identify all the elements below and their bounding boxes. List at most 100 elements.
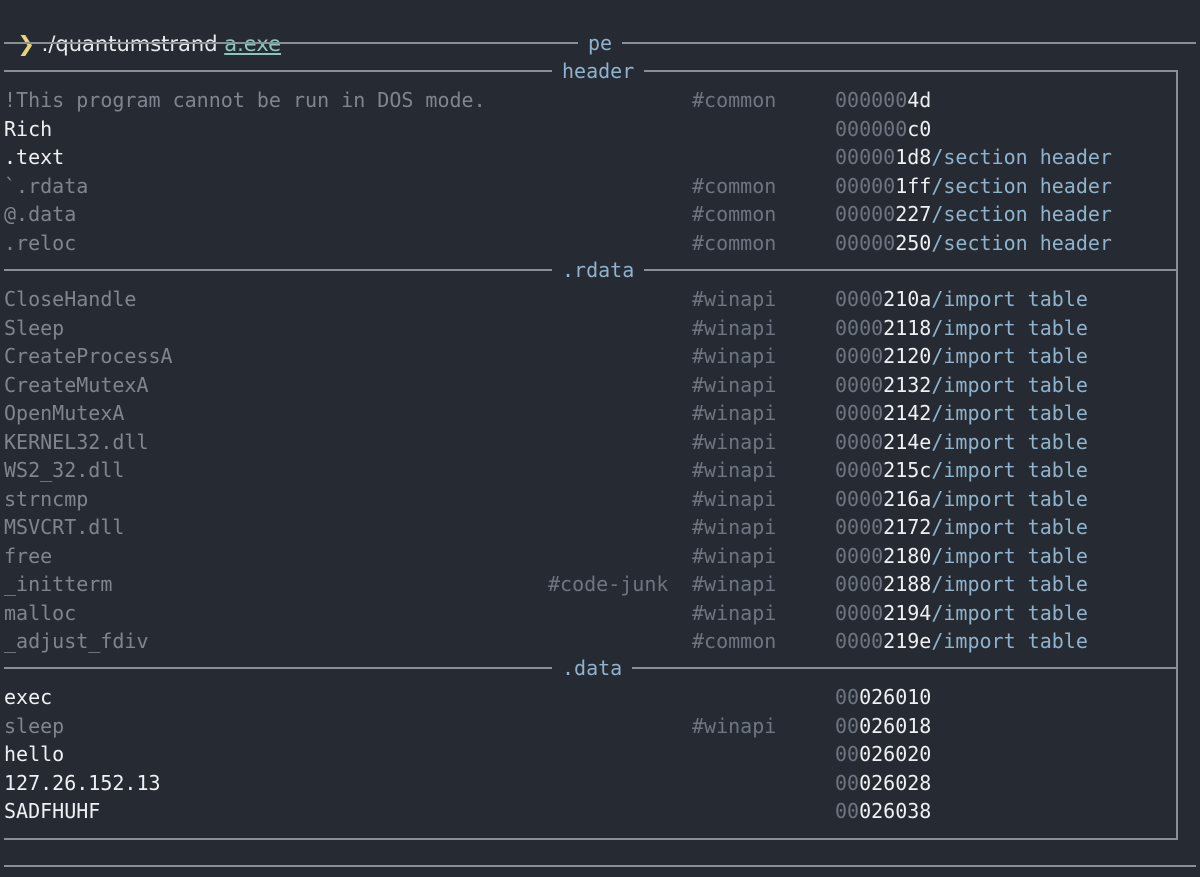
string-tag: #winapi (692, 316, 777, 340)
offset-leading-zeros: 00000 (835, 145, 896, 169)
offset-location: 00002180/import table (835, 542, 1088, 570)
command-line[interactable]: ❯ ./quantumstrand a.exe (4, 2, 281, 56)
string-value: CloseHandle (4, 287, 137, 311)
offset-digits: 250 (895, 231, 932, 255)
structure-label: /section header (931, 231, 1112, 255)
offset-leading-zeros: 00 (835, 714, 860, 738)
offset-location: 00000250/section header (835, 229, 1112, 257)
offset-digits: 2142 (883, 401, 932, 425)
string-tag: #winapi (692, 714, 777, 738)
offset-leading-zeros: 0000 (835, 629, 884, 653)
offset-location: 00026020 (835, 740, 931, 768)
string-row[interactable]: _adjust_fdiv #common 0000219e/import table (0, 627, 1170, 655)
offset-digits: c0 (907, 117, 932, 141)
string-row[interactable]: SADFHUHF 00026038 (0, 797, 1170, 825)
offset-location: 00002142/import table (835, 399, 1088, 427)
string-row[interactable]: 127.26.152.13 00026028 (0, 769, 1170, 797)
structure-label: /import table (931, 572, 1088, 596)
string-tag: #winapi (692, 373, 777, 397)
structure-label: /import table (931, 487, 1088, 511)
string-row[interactable]: _initterm #code-junk #winapi 00002188/impor… (0, 570, 1170, 598)
offset-leading-zeros: 0000 (835, 430, 884, 454)
structure-label: /import table (931, 430, 1088, 454)
string-row[interactable]: @.data #common 00000227/section header (0, 200, 1170, 228)
prompt-chevron-icon: ❯ (17, 32, 35, 56)
string-row[interactable]: !This program cannot be run in DOS mode.… (0, 86, 1170, 114)
offset-location: 0000214e/import table (835, 428, 1088, 456)
string-value: `.rdata (4, 174, 89, 198)
offset-digits: 219e (883, 629, 932, 653)
string-row[interactable]: .text 000001d8/section header (0, 143, 1170, 171)
offset-digits: 216a (883, 487, 932, 511)
string-tag: #common (692, 174, 777, 198)
string-tag: #winapi (692, 287, 777, 311)
offset-digits: 1ff (895, 174, 932, 198)
offset-location: 00002188/import table (835, 570, 1088, 598)
offset-leading-zeros: 00 (835, 771, 860, 795)
string-tag: #code-junk (548, 572, 669, 596)
string-tag: #common (692, 88, 777, 112)
string-row[interactable]: sleep #winapi 00026018 (0, 712, 1170, 740)
string-row[interactable]: WS2_32.dll #winapi 0000215c/import table (0, 456, 1170, 484)
section-title: .rdata (552, 256, 645, 284)
offset-location: 00026028 (835, 769, 931, 797)
string-row[interactable]: malloc #winapi 00002194/import table (0, 599, 1170, 627)
string-row[interactable]: CreateMutexA #winapi 00002132/import table (0, 371, 1170, 399)
structure-label: /import table (931, 515, 1088, 539)
string-row[interactable]: Sleep #winapi 00002118/import table (0, 314, 1170, 342)
offset-leading-zeros: 00000 (835, 202, 896, 226)
string-row[interactable]: OpenMutexA #winapi 00002142/import table (0, 399, 1170, 427)
section-title: .data (552, 654, 633, 682)
inner-frame-right-border (1176, 70, 1178, 840)
string-value: sleep (4, 714, 65, 738)
string-value: _initterm (4, 572, 113, 596)
string-row[interactable]: Rich 000000c0 (0, 115, 1170, 143)
string-value: _adjust_fdiv (4, 629, 149, 653)
offset-leading-zeros: 0000 (835, 344, 884, 368)
string-row[interactable]: `.rdata #common 000001ff/section header (0, 172, 1170, 200)
offset-location: 0000216a/import table (835, 485, 1088, 513)
string-value: CreateMutexA (4, 373, 149, 397)
offset-digits: 2194 (883, 601, 932, 625)
string-row[interactable]: .reloc #common 00000250/section header (0, 229, 1170, 257)
offset-digits: 2180 (883, 544, 932, 568)
offset-leading-zeros: 00000 (835, 231, 896, 255)
string-value: strncmp (4, 487, 89, 511)
structure-label: /import table (931, 316, 1088, 340)
string-tag: #winapi (692, 515, 777, 539)
string-row[interactable]: CreateProcessA #winapi 00002120/import tab… (0, 342, 1170, 370)
string-row[interactable]: exec 00026010 (0, 683, 1170, 711)
offset-location: 00002172/import table (835, 513, 1088, 541)
offset-leading-zeros: 0000 (835, 601, 884, 625)
string-value: @.data (4, 202, 77, 226)
string-value: KERNEL32.dll (4, 430, 149, 454)
section-title: header (552, 57, 645, 85)
offset-digits: 2120 (883, 344, 932, 368)
string-tag: #winapi (692, 344, 777, 368)
offset-digits: 2172 (883, 515, 932, 539)
string-tag: #winapi (692, 458, 777, 482)
offset-leading-zeros: 0000 (835, 373, 884, 397)
string-value: exec (4, 685, 53, 709)
string-value: .reloc (4, 231, 77, 255)
string-row[interactable]: free #winapi 00002180/import table (0, 542, 1170, 570)
offset-digits: 215c (883, 458, 932, 482)
string-tag: #winapi (692, 487, 777, 511)
string-row[interactable]: MSVCRT.dll #winapi 00002172/import table (0, 513, 1170, 541)
string-value: !This program cannot be run in DOS mode. (4, 88, 486, 112)
string-value: OpenMutexA (4, 401, 125, 425)
string-row[interactable]: hello 00026020 (0, 740, 1170, 768)
offset-location: 00026038 (835, 797, 931, 825)
offset-location: 000001d8/section header (835, 143, 1112, 171)
string-value: .text (4, 145, 65, 169)
outer-frame-bottom-border (4, 865, 1196, 867)
structure-label: /import table (931, 629, 1088, 653)
string-value: Sleep (4, 316, 65, 340)
string-row[interactable]: strncmp #winapi 0000216a/import table (0, 485, 1170, 513)
command-argument-link[interactable]: a.exe (224, 32, 281, 56)
offset-leading-zeros: 00 (835, 799, 860, 823)
string-value: Rich (4, 117, 53, 141)
string-row[interactable]: CloseHandle #winapi 0000210a/import table (0, 285, 1170, 313)
string-row[interactable]: KERNEL32.dll #winapi 0000214e/import table (0, 428, 1170, 456)
offset-digits: 210a (883, 287, 932, 311)
